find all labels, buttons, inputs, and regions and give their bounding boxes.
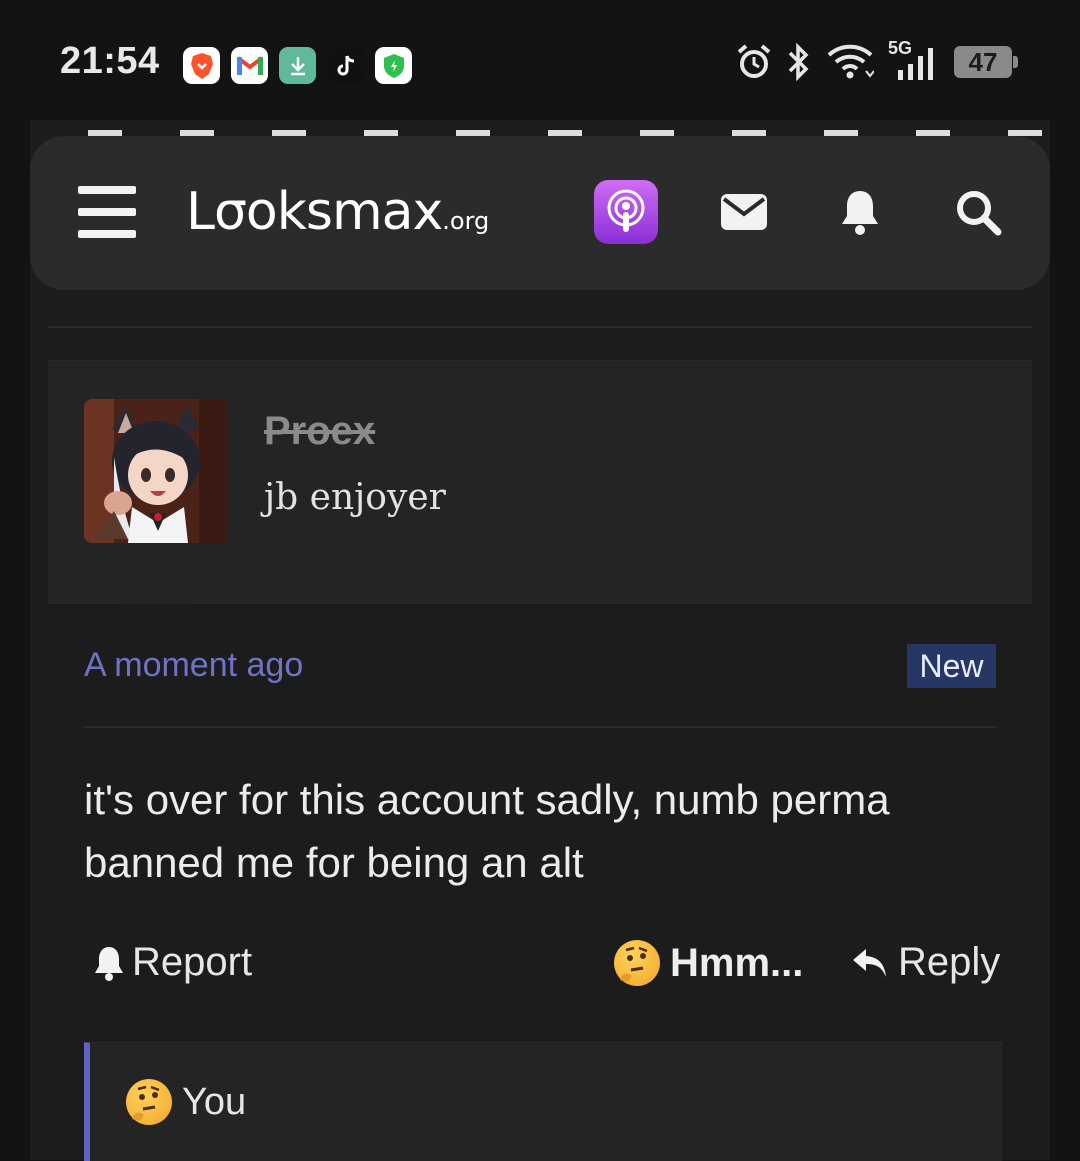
bell-icon <box>842 191 878 235</box>
user-panel-pointer <box>122 570 190 604</box>
reaction-label: Hmm... <box>670 940 804 985</box>
report-label: Report <box>132 940 253 984</box>
status-bar: 21:54 5G 47 <box>0 0 1080 120</box>
notification-icons <box>183 47 412 84</box>
username[interactable]: Proex <box>264 409 375 454</box>
alarm-icon <box>737 44 771 78</box>
search-button[interactable] <box>950 186 1006 238</box>
battery-indicator: 47 <box>954 46 1018 78</box>
alerts-button[interactable] <box>832 186 888 238</box>
inbox-button[interactable] <box>716 186 772 238</box>
reactions-bar[interactable]: You <box>84 1042 1002 1161</box>
battery-level: 47 <box>968 46 998 77</box>
shield-icon <box>375 47 412 84</box>
search-icon <box>957 191 1002 236</box>
tiktok-icon <box>327 47 364 84</box>
podcast-icon <box>607 189 645 232</box>
bell-icon <box>95 946 123 981</box>
thinking-face-icon <box>126 1079 172 1125</box>
report-button[interactable]: Report <box>92 940 252 985</box>
divider <box>84 726 996 728</box>
clock: 21:54 <box>60 40 160 82</box>
post-actions: Report Hmm... Reply <box>84 940 1000 992</box>
avatar[interactable] <box>84 399 228 543</box>
new-badge: New <box>907 644 996 688</box>
gmail-icon <box>231 47 268 84</box>
site-logo[interactable]: Lσoksmax.org <box>186 182 489 242</box>
site-header: Lσoksmax.org <box>30 136 1050 290</box>
reactions-by: You <box>182 1080 247 1123</box>
thinking-face-icon <box>614 940 660 986</box>
reply-button[interactable]: Reply <box>850 940 1000 985</box>
reply-icon <box>853 948 886 977</box>
envelope-icon <box>721 194 767 230</box>
reactions-summary[interactable]: You <box>126 1079 246 1125</box>
user-title: jb enjoyer <box>264 477 446 518</box>
post-user-panel: Proex jb enjoyer <box>48 360 1032 604</box>
divider <box>48 326 1032 328</box>
bluetooth-icon <box>788 42 809 82</box>
menu-icon[interactable] <box>78 186 136 238</box>
podcast-button[interactable] <box>594 180 658 244</box>
reaction-button[interactable]: Hmm... <box>614 940 803 986</box>
scrolled-content-peek <box>30 120 1050 136</box>
wifi-icon <box>827 44 874 79</box>
reply-label: Reply <box>898 940 1001 984</box>
post-timestamp[interactable]: A moment ago <box>84 646 303 685</box>
logo-text: Lσoksmax <box>186 182 443 242</box>
cell-signal-icon: 5G <box>888 38 940 82</box>
post-message: it's over for this account sadly, numb p… <box>84 776 890 886</box>
logo-suffix: .org <box>442 207 490 235</box>
brave-icon <box>183 47 220 84</box>
system-icons: 5G 47 <box>736 38 1018 82</box>
download-icon <box>279 47 316 84</box>
